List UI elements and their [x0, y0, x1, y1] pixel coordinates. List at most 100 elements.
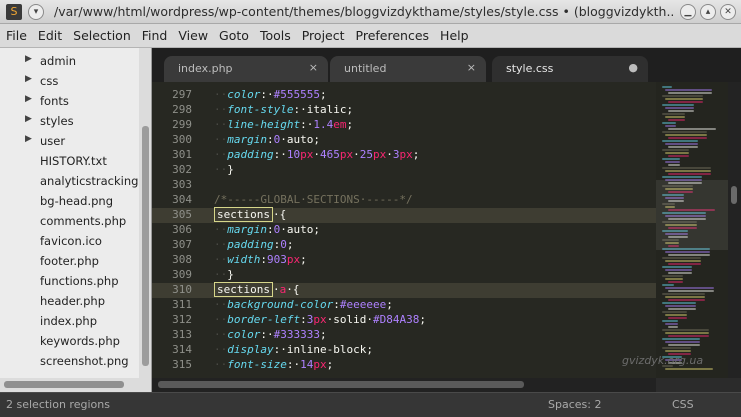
- code-line[interactable]: ··margin:0·auto;: [214, 133, 320, 148]
- editor-vscroll-thumb[interactable]: [731, 186, 737, 204]
- code-line[interactable]: ··width:903px;: [214, 253, 307, 268]
- sidebar-file[interactable]: favicon.ico: [0, 232, 138, 252]
- code-line[interactable]: ··font-size:·14px;: [214, 358, 333, 373]
- menu-project[interactable]: Project: [302, 28, 345, 43]
- code-token: }: [227, 163, 234, 176]
- minimap-line: [662, 167, 711, 169]
- sidebar-scroll-thumb[interactable]: [142, 126, 149, 366]
- code-line[interactable]: ··}: [214, 268, 234, 283]
- sidebar-file[interactable]: HISTORY.txt: [0, 152, 138, 172]
- code-line[interactable]: ··border-left:3px·solid·#D84A38;: [214, 313, 426, 328]
- code-token: ;: [319, 328, 327, 341]
- code-line[interactable]: ··display:·inline-block;: [214, 343, 373, 358]
- code-line[interactable]: ··margin:0·auto;: [214, 223, 320, 238]
- menu-edit[interactable]: Edit: [38, 28, 62, 43]
- expand-arrow-icon[interactable]: ▶: [25, 114, 32, 124]
- expand-arrow-icon[interactable]: ▶: [25, 54, 32, 64]
- code-token: /*-----GLOBAL·SECTIONS·-----*/: [214, 193, 413, 206]
- sidebar-hscroll-thumb[interactable]: [4, 381, 124, 388]
- code-line[interactable]: ··color:·#555555;: [214, 88, 327, 103]
- sidebar-file[interactable]: keywords.php: [0, 332, 138, 352]
- sidebar-folder[interactable]: ▶ admin: [0, 52, 138, 72]
- sidebar-file[interactable]: screenshot.png: [0, 352, 138, 372]
- sidebar-file[interactable]: header.php: [0, 292, 138, 312]
- code-token: :: [267, 223, 274, 236]
- line-number: 314: [172, 343, 192, 356]
- minimap-line: [665, 152, 689, 154]
- sidebar-file[interactable]: analyticstracking: [0, 172, 138, 192]
- sidebar-folder[interactable]: ▶ user: [0, 132, 138, 152]
- code-token: #333333: [273, 328, 320, 341]
- menu-selection[interactable]: Selection: [73, 28, 131, 43]
- minimap-line: [662, 86, 672, 88]
- tab-close-icon[interactable]: ×: [467, 61, 476, 74]
- menu-view[interactable]: View: [178, 28, 208, 43]
- code-token: ··: [214, 298, 228, 311]
- tab-style-css[interactable]: style.css ●: [492, 56, 648, 82]
- minimap-line: [665, 332, 709, 334]
- code-line[interactable]: ··line-height:·1.4em;: [214, 118, 353, 133]
- tab-index-php[interactable]: index.php ×: [164, 56, 328, 82]
- code-token: margin: [227, 223, 267, 236]
- sublime-app-icon[interactable]: S: [6, 4, 22, 20]
- minimap-line: [665, 278, 683, 280]
- code-line[interactable]: sections ·{: [214, 207, 286, 223]
- code-line[interactable]: /*-----GLOBAL·SECTIONS·-----*/: [214, 193, 413, 208]
- sidebar-item-label: index.php: [40, 314, 98, 328]
- code-line[interactable]: ··color:·#333333;: [214, 328, 327, 343]
- code-token: ··: [214, 148, 228, 161]
- minimap-line: [668, 137, 707, 139]
- menu-tools[interactable]: Tools: [260, 28, 291, 43]
- menu-file[interactable]: File: [6, 28, 27, 43]
- tab-label: untitled: [344, 62, 387, 75]
- tab-close-icon[interactable]: ×: [309, 61, 318, 74]
- maximize-icon[interactable]: ▴: [700, 4, 716, 20]
- editor-vertical-scrollbar[interactable]: [728, 82, 741, 378]
- window-menu-icon[interactable]: ▾: [28, 4, 44, 20]
- minimap-line: [668, 317, 687, 319]
- code-token: px: [286, 253, 301, 266]
- code-token: margin: [227, 133, 267, 146]
- sidebar-file[interactable]: footer.php: [0, 252, 138, 272]
- syntax-status[interactable]: CSS: [672, 398, 694, 411]
- indentation-status[interactable]: Spaces: 2: [548, 398, 601, 411]
- code-line[interactable]: ··}: [214, 163, 234, 178]
- menu-goto[interactable]: Goto: [219, 28, 249, 43]
- minimize-icon[interactable]: ▁: [680, 4, 696, 20]
- tab-label: index.php: [178, 62, 233, 75]
- expand-arrow-icon[interactable]: ▶: [25, 134, 32, 144]
- code-line[interactable]: ··padding:·10px·465px·25px·3px;: [214, 148, 419, 163]
- expand-arrow-icon[interactable]: ▶: [25, 74, 32, 84]
- editor-hscroll-thumb[interactable]: [158, 381, 524, 388]
- minimap-line: [668, 110, 694, 112]
- sidebar-file[interactable]: index.php: [0, 312, 138, 332]
- minimap-viewport[interactable]: [656, 180, 728, 250]
- sidebar-folder[interactable]: ▶ fonts: [0, 92, 138, 112]
- tab-untitled[interactable]: untitled ×: [330, 56, 486, 82]
- code-line[interactable]: ··font-style:·italic;: [214, 103, 353, 118]
- sidebar-file[interactable]: comments.php: [0, 212, 138, 232]
- code-line[interactable]: ··padding:0;: [214, 238, 293, 253]
- close-icon[interactable]: ✕: [720, 4, 736, 20]
- sidebar-item-label: css: [40, 74, 59, 88]
- code-line[interactable]: sections ·a·{: [214, 282, 299, 298]
- sidebar-folder[interactable]: ▶ styles: [0, 112, 138, 132]
- menu-find[interactable]: Find: [142, 28, 168, 43]
- sidebar-item-label: keywords.php: [40, 334, 120, 348]
- expand-arrow-icon[interactable]: ▶: [25, 94, 32, 104]
- code-token: px: [313, 358, 327, 371]
- minimap-line: [665, 296, 705, 298]
- sidebar-item-label: header.php: [40, 294, 106, 308]
- sidebar-folder[interactable]: ▶ css: [0, 72, 138, 92]
- code-editor[interactable]: 297 ··color:·#555555; 298 ··font-style:·ita…: [152, 82, 656, 378]
- code-line[interactable]: ··background-color:#eeeeee;: [214, 298, 393, 313]
- menu-help[interactable]: Help: [440, 28, 469, 43]
- menu-preferences[interactable]: Preferences: [356, 28, 430, 43]
- minimap-line: [665, 305, 696, 307]
- code-token: ;: [412, 148, 420, 161]
- sidebar-file[interactable]: bg-head.png: [0, 192, 138, 212]
- sidebar-file[interactable]: functions.php: [0, 272, 138, 292]
- tab-dirty-indicator-icon[interactable]: ●: [628, 61, 638, 74]
- minimap-line: [662, 95, 703, 97]
- code-token: background-color: [227, 298, 334, 311]
